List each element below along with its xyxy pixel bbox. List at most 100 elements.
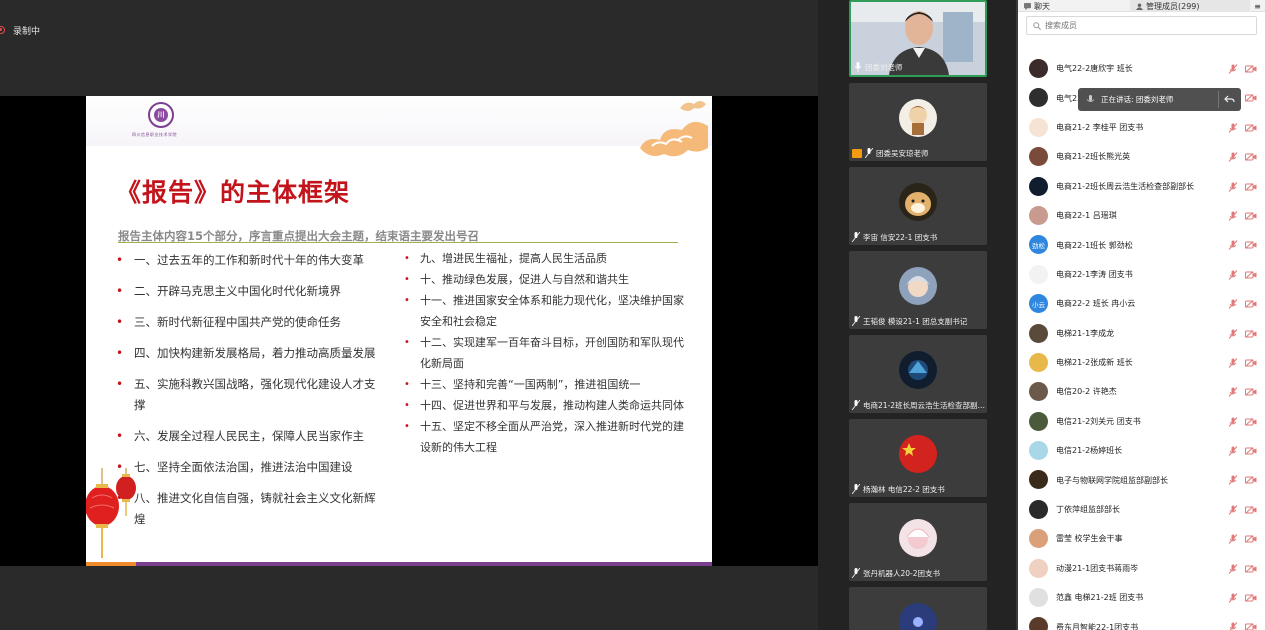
video-tile[interactable]: 张丹机器人20-2团支书: [849, 503, 987, 581]
tile-name-row: 李宙 信安22-1 团支书: [852, 231, 937, 243]
list-item[interactable]: 动漫21-1团支书蒋雨岑: [1018, 554, 1265, 583]
camera-off-icon[interactable]: [1245, 212, 1257, 220]
list-item[interactable]: 电商22-1 吕瑶琪: [1018, 201, 1265, 230]
member-name: 电商22-1 吕瑶琪: [1056, 211, 1117, 221]
microphone-icon: [1086, 94, 1095, 102]
muted-mic-icon[interactable]: [1228, 211, 1238, 221]
list-item[interactable]: 雷莹 校学生会干事: [1018, 524, 1265, 553]
microphone-icon[interactable]: [865, 148, 873, 158]
muted-mic-icon[interactable]: [1228, 240, 1238, 251]
list-item[interactable]: 电信20-2 许艳杰: [1018, 377, 1265, 406]
tab-chat-label: 聊天: [1034, 1, 1050, 11]
menu-icon[interactable]: ≡: [1250, 0, 1265, 12]
video-tile[interactable]: 团委刘老师: [849, 0, 987, 77]
muted-mic-icon[interactable]: [1228, 446, 1238, 456]
muted-mic-icon[interactable]: [1228, 622, 1238, 630]
muted-mic-icon[interactable]: [1228, 122, 1238, 133]
microphone-icon[interactable]: [852, 484, 860, 494]
muted-mic-icon[interactable]: [1228, 299, 1238, 309]
muted-mic-icon[interactable]: [1228, 593, 1238, 603]
camera-off-icon[interactable]: [1245, 505, 1257, 514]
list-item[interactable]: 电商21-2班长周云浩生活检查部副部长: [1018, 172, 1265, 201]
list-item: 十三、坚持和完善“一国两制”，推进祖国统一: [404, 374, 694, 395]
camera-off-icon[interactable]: [1245, 359, 1257, 367]
list-item[interactable]: 费东月智能22-1团支书: [1018, 612, 1265, 630]
camera-off-icon[interactable]: [1245, 417, 1257, 426]
muted-mic-icon[interactable]: [1228, 563, 1238, 574]
member-name: 电梯21-2张成新 班长: [1056, 358, 1133, 368]
muted-mic-icon[interactable]: [1228, 269, 1238, 280]
microphone-icon[interactable]: [852, 568, 860, 578]
camera-off-icon[interactable]: [1245, 300, 1257, 308]
avatar: [1029, 88, 1048, 108]
list-item[interactable]: 劲松 电商22-1班长 郭劲松: [1018, 230, 1265, 259]
list-item[interactable]: 电子与物联网学院组监部副部长: [1018, 465, 1265, 494]
camera-off-icon[interactable]: [1245, 535, 1257, 544]
camera-off-icon[interactable]: [1245, 388, 1257, 397]
list-item[interactable]: 电信21-2刘关元 团支书: [1018, 407, 1265, 436]
microphone-icon[interactable]: [854, 62, 862, 72]
tab-members-label: 管理成员(299): [1146, 1, 1200, 11]
video-tile[interactable]: 王韬俊 模设21-1 团总支副书记: [849, 251, 987, 329]
camera-off-icon[interactable]: [1245, 182, 1257, 191]
microphone-icon[interactable]: [852, 400, 860, 410]
camera-off-icon[interactable]: [1245, 447, 1257, 455]
muted-mic-icon[interactable]: [1228, 328, 1238, 339]
muted-mic-icon[interactable]: [1228, 358, 1238, 368]
muted-mic-icon[interactable]: [1228, 152, 1238, 163]
camera-off-icon[interactable]: [1245, 623, 1257, 630]
camera-off-icon[interactable]: [1245, 476, 1257, 485]
list-item[interactable]: 电梯21-2张成新 班长: [1018, 348, 1265, 377]
list-item[interactable]: 范鑫 电梯21-2班 团支书: [1018, 583, 1265, 612]
camera-off-icon[interactable]: [1245, 123, 1257, 132]
muted-mic-icon[interactable]: [1228, 416, 1238, 427]
list-item[interactable]: 电商21-2班长熊光英: [1018, 142, 1265, 171]
microphone-icon[interactable]: [852, 232, 860, 242]
video-tile[interactable]: [849, 587, 987, 630]
avatar: [1029, 352, 1048, 372]
camera-off-icon[interactable]: [1245, 270, 1257, 279]
recording-indicator[interactable]: 录制中: [0, 22, 40, 38]
list-item[interactable]: 电商21-2 李桂平 团支书: [1018, 113, 1265, 142]
search-icon: [1033, 21, 1041, 30]
video-tile[interactable]: 电商21-2班长周云浩生活检查部副部长: [849, 335, 987, 413]
list-item[interactable]: 小云 电商22-2 班长 冉小云: [1018, 289, 1265, 318]
video-tiles-column[interactable]: 团委刘老师 团委吴安琼老师 李宙 信安22-1 团支书 王韬俊 模设21-1 团…: [818, 0, 1018, 630]
muted-mic-icon[interactable]: [1228, 475, 1238, 486]
list-item: 十二、实现建军一百年奋斗目标，开创国防和军队现代化新局面: [404, 332, 694, 374]
avatar: [899, 183, 937, 221]
member-name: 电信20-2 许艳杰: [1056, 387, 1117, 397]
flag-avatar-icon: [899, 435, 937, 473]
camera-off-icon[interactable]: [1245, 564, 1257, 573]
muted-mic-icon[interactable]: [1228, 505, 1238, 515]
camera-off-icon[interactable]: [1245, 241, 1257, 250]
video-tile[interactable]: 杨瀚林 电信22-2 团支书: [849, 419, 987, 497]
list-item[interactable]: 电梯21-1李成龙: [1018, 319, 1265, 348]
video-tile[interactable]: 李宙 信安22-1 团支书: [849, 167, 987, 245]
camera-off-icon[interactable]: [1245, 94, 1257, 103]
list-item: 二、开辟马克思主义中国化时代化新境界: [116, 281, 386, 302]
camera-off-icon[interactable]: [1245, 594, 1257, 602]
list-item: 十四、促进世界和平与发展，推动构建人类命运共同体: [404, 395, 694, 416]
camera-off-icon[interactable]: [1245, 329, 1257, 338]
list-item[interactable]: 丁依萍组监部部长: [1018, 495, 1265, 524]
microphone-icon[interactable]: [852, 316, 860, 326]
muted-mic-icon[interactable]: [1228, 64, 1238, 74]
member-name: 电商21-2班长周云浩生活检查部副部长: [1056, 181, 1195, 191]
camera-off-icon[interactable]: [1245, 153, 1257, 162]
back-arrow-icon[interactable]: [1224, 94, 1235, 105]
participant-name: 张丹机器人20-2团支书: [863, 568, 941, 578]
camera-off-icon[interactable]: [1245, 65, 1257, 73]
list-item[interactable]: 电商22-1李涛 团支书: [1018, 260, 1265, 289]
muted-mic-icon[interactable]: [1228, 534, 1238, 545]
tab-chat[interactable]: 聊天: [1018, 0, 1130, 12]
search-input[interactable]: [1045, 21, 1245, 30]
muted-mic-icon[interactable]: [1228, 387, 1238, 398]
list-item[interactable]: 电信21-2杨婷班长: [1018, 436, 1265, 465]
member-name: 电商22-1李涛 团支书: [1056, 269, 1133, 279]
tab-members[interactable]: 管理成员(299): [1130, 0, 1250, 12]
video-tile[interactable]: 团委吴安琼老师: [849, 83, 987, 161]
member-search[interactable]: [1026, 16, 1257, 35]
muted-mic-icon[interactable]: [1228, 181, 1238, 192]
list-item[interactable]: 电气22-2唐欣宇 班长: [1018, 54, 1265, 83]
